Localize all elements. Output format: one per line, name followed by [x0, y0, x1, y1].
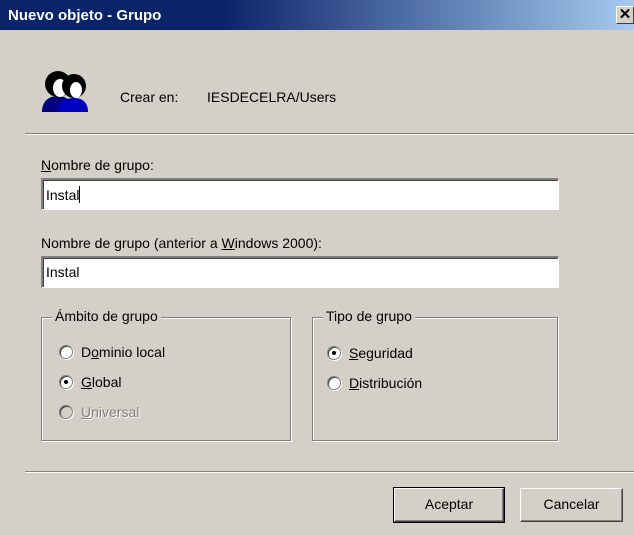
group-name-label: Nombre de grupo:: [41, 157, 154, 173]
radio-button[interactable]: [327, 376, 341, 390]
group-type-title: Tipo de grupo: [323, 308, 415, 324]
text-caret: [79, 186, 81, 203]
separator-bottom: [25, 471, 634, 473]
window-title: Nuevo objeto - Grupo: [8, 7, 162, 24]
group-scope-box: Ámbito de grupo Dominio local Global Uni…: [41, 308, 291, 441]
radio-button[interactable]: [327, 346, 341, 360]
group-name-legacy-label: Nombre de grupo (anterior a Windows 2000…: [41, 235, 322, 251]
group-name-legacy-input[interactable]: Instal: [41, 256, 559, 288]
separator-top: [25, 133, 634, 135]
group-scope-title: Ámbito de grupo: [52, 308, 161, 324]
ok-button[interactable]: Aceptar: [393, 487, 505, 523]
group-type-box: Tipo de grupo Seguridad Distribución: [312, 308, 558, 441]
radio-button[interactable]: [59, 345, 73, 359]
create-in-value: IESDECELRA/Users: [207, 89, 337, 105]
create-in-label: Crear en:: [120, 89, 179, 105]
title-bar[interactable]: Nuevo objeto - Grupo ✕: [0, 0, 634, 30]
radio-button[interactable]: [59, 375, 73, 389]
group-users-icon: [42, 71, 88, 112]
cancel-button[interactable]: Cancelar: [520, 488, 623, 522]
close-icon: ✕: [618, 6, 632, 23]
group-name-input[interactable]: Instal: [41, 178, 559, 210]
close-button[interactable]: ✕: [616, 6, 634, 24]
radio-button: [59, 405, 73, 419]
